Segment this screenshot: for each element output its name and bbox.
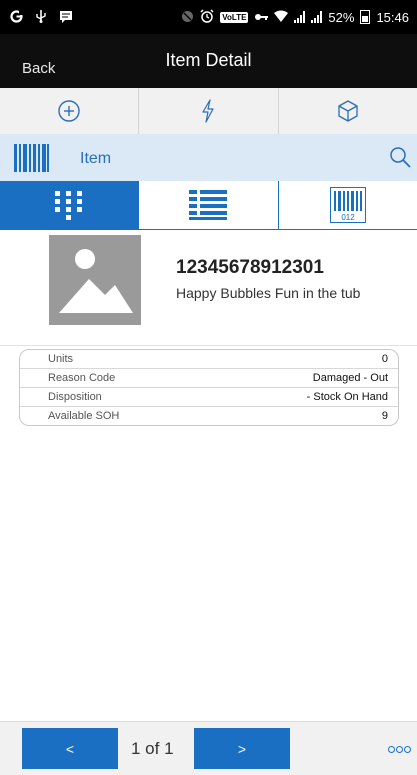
search-icon[interactable] bbox=[389, 146, 411, 168]
previous-button[interactable]: < bbox=[22, 728, 118, 769]
barcode-caption: 012 bbox=[341, 213, 355, 222]
app-header: Back Item Detail bbox=[0, 34, 417, 88]
message-icon bbox=[59, 10, 73, 25]
container-button[interactable] bbox=[279, 88, 417, 134]
detail-label: Available SOH bbox=[48, 410, 120, 422]
detail-value: 0 bbox=[381, 353, 388, 365]
page-indicator: 1 of 1 bbox=[131, 739, 174, 758]
detail-row-disposition[interactable]: Disposition - Stock On Hand bbox=[20, 388, 398, 407]
add-button[interactable] bbox=[0, 88, 140, 134]
detail-value: - Stock On Hand bbox=[306, 391, 388, 403]
detail-row-reason-code[interactable]: Reason Code Damaged - Out bbox=[20, 369, 398, 388]
item-description: Happy Bubbles Fun in the tub bbox=[176, 285, 361, 301]
barcode-scan-icon[interactable] bbox=[14, 144, 50, 172]
more-dots-icon[interactable] bbox=[388, 746, 411, 753]
keypad-icon bbox=[55, 191, 83, 220]
item-search-row[interactable]: Item bbox=[0, 134, 417, 182]
volte-icon: VoLTE bbox=[220, 11, 249, 23]
add-circle-icon bbox=[58, 100, 80, 122]
lightning-icon bbox=[202, 99, 215, 123]
wifi-icon bbox=[274, 10, 289, 24]
detail-label: Reason Code bbox=[48, 372, 116, 384]
key-icon bbox=[254, 10, 269, 24]
quick-action-button[interactable] bbox=[139, 88, 279, 134]
page-title: Item Detail bbox=[165, 50, 252, 70]
item-search-label[interactable]: Item bbox=[80, 150, 111, 168]
item-details-table: Units 0 Reason Code Damaged - Out Dispos… bbox=[19, 349, 399, 426]
barcode-icon: 012 bbox=[329, 187, 366, 223]
detail-value: Damaged - Out bbox=[312, 372, 388, 384]
tab-barcode[interactable]: 012 bbox=[278, 181, 417, 229]
battery-icon bbox=[360, 10, 371, 24]
tab-keypad[interactable] bbox=[0, 181, 140, 229]
clock: 15:46 bbox=[376, 9, 409, 25]
detail-row-available-soh[interactable]: Available SOH 9 bbox=[20, 407, 398, 425]
item-card: 12345678912301 Happy Bubbles Fun in the … bbox=[0, 229, 417, 346]
item-sku: 12345678912301 bbox=[176, 257, 324, 278]
next-button[interactable]: > bbox=[194, 728, 290, 769]
action-bar bbox=[0, 88, 417, 135]
signal-icon bbox=[294, 11, 306, 23]
detail-label: Disposition bbox=[48, 391, 102, 403]
battery-percent: 52% bbox=[328, 9, 355, 25]
detail-value: 9 bbox=[381, 410, 388, 422]
google-icon bbox=[10, 9, 23, 25]
view-tabs: 012 bbox=[0, 181, 417, 230]
tab-list[interactable] bbox=[139, 181, 279, 229]
pager-bar: < 1 of 1 > bbox=[0, 721, 417, 775]
mute-icon bbox=[181, 10, 194, 25]
usb-icon bbox=[35, 9, 47, 25]
signal-icon bbox=[311, 11, 323, 23]
detail-row-units[interactable]: Units 0 bbox=[20, 350, 398, 369]
box-icon bbox=[338, 100, 358, 122]
detail-label: Units bbox=[48, 353, 74, 365]
list-icon bbox=[189, 190, 228, 220]
alarm-icon bbox=[200, 9, 214, 25]
status-bar: VoLTE 52% 15:46 bbox=[0, 0, 417, 34]
image-placeholder-icon bbox=[49, 235, 141, 325]
